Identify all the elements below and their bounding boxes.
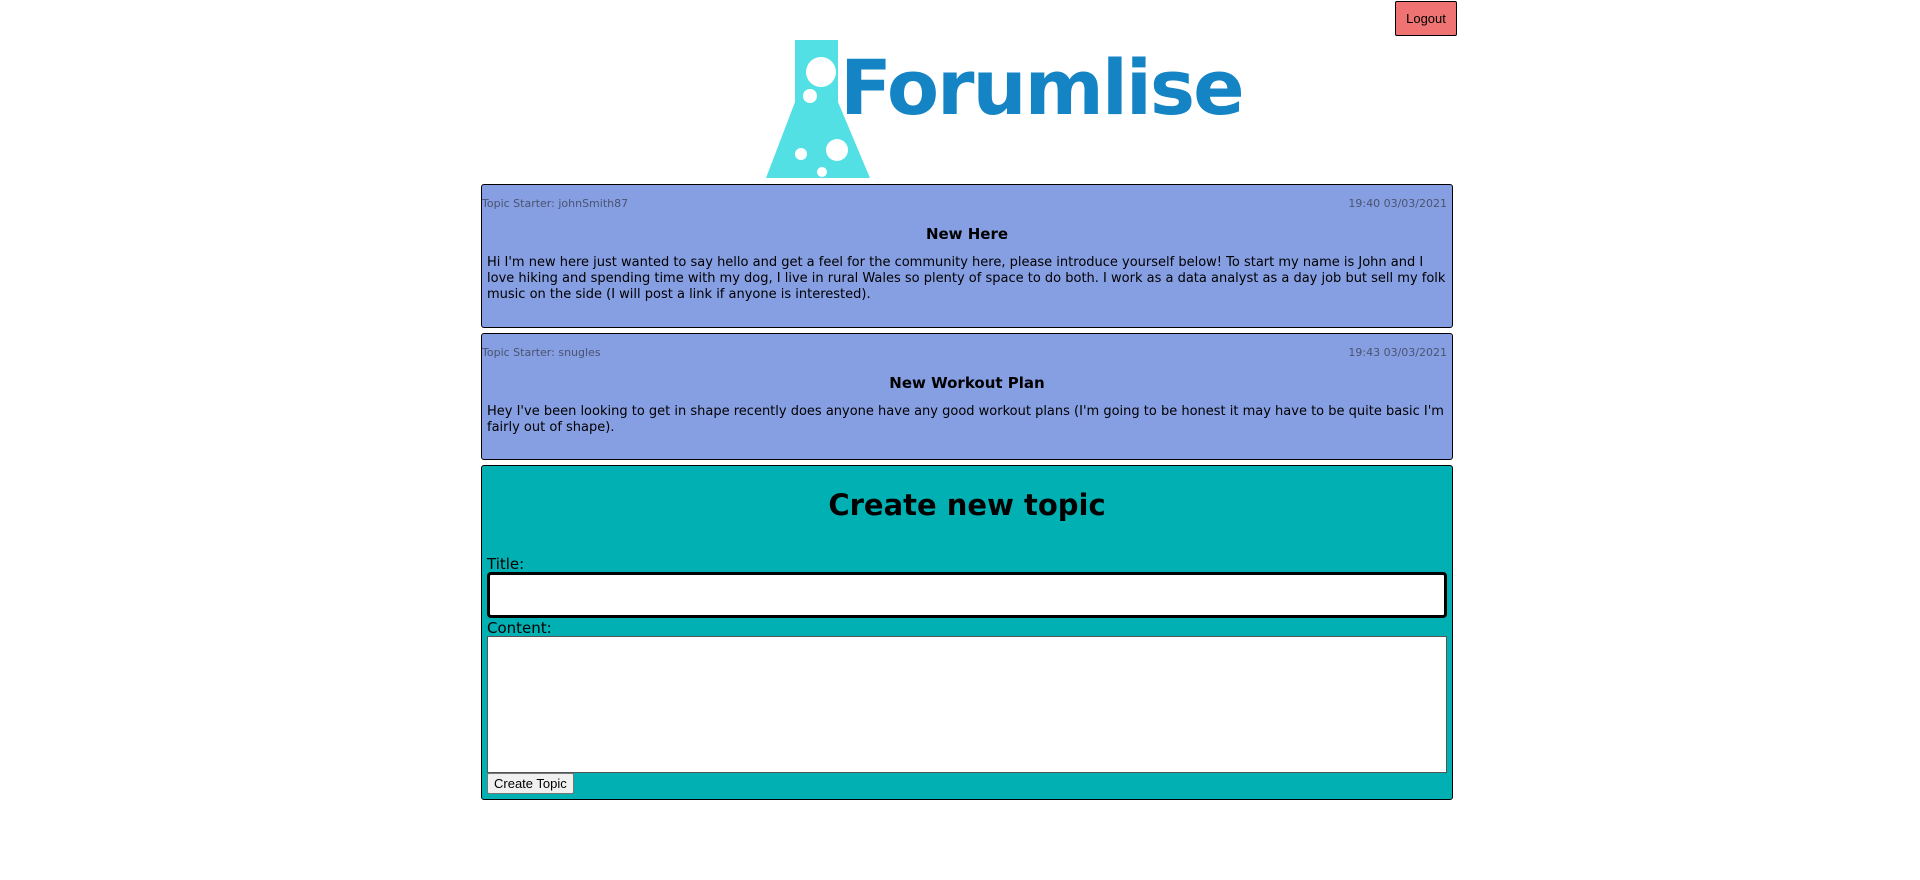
topic-meta: Topic Starter: johnSmith87 19:40 03/03/2… <box>482 185 1452 219</box>
create-topic-form: Create new topic Title: Content: Create … <box>481 465 1453 800</box>
topic-card[interactable]: Topic Starter: snugles 19:43 03/03/2021 … <box>481 333 1453 460</box>
topic-card[interactable]: Topic Starter: johnSmith87 19:40 03/03/2… <box>481 184 1453 328</box>
site-logo: Forumlise <box>766 40 1245 178</box>
content-textarea[interactable] <box>487 636 1447 773</box>
title-label: Title: <box>487 555 525 573</box>
topic-title: New Here <box>925 225 1009 243</box>
topic-starter: Topic Starter: johnSmith87 <box>482 197 629 210</box>
create-topic-heading: Create new topic <box>828 488 1106 522</box>
topic-body: Hi I'm new here just wanted to say hello… <box>487 255 1446 302</box>
page: Logout Forumlise Topic Starter: johnSmit… <box>0 0 1920 880</box>
logo-text: Forumlise <box>840 43 1245 132</box>
topic-title: New Workout Plan <box>889 374 1045 392</box>
topic-timestamp: 19:40 03/03/2021 <box>1348 197 1447 210</box>
title-input[interactable] <box>487 572 1447 618</box>
logout-button[interactable]: Logout <box>1395 1 1457 36</box>
create-topic-button[interactable]: Create Topic <box>487 773 574 794</box>
topic-list: Topic Starter: johnSmith87 19:40 03/03/2… <box>481 184 1453 800</box>
topic-meta: Topic Starter: snugles 19:43 03/03/2021 <box>482 334 1452 368</box>
topic-timestamp: 19:43 03/03/2021 <box>1348 346 1447 359</box>
topic-body: Hey I've been looking to get in shape re… <box>487 404 1444 435</box>
topic-starter: Topic Starter: snugles <box>482 346 601 359</box>
content-label: Content: <box>487 619 552 637</box>
